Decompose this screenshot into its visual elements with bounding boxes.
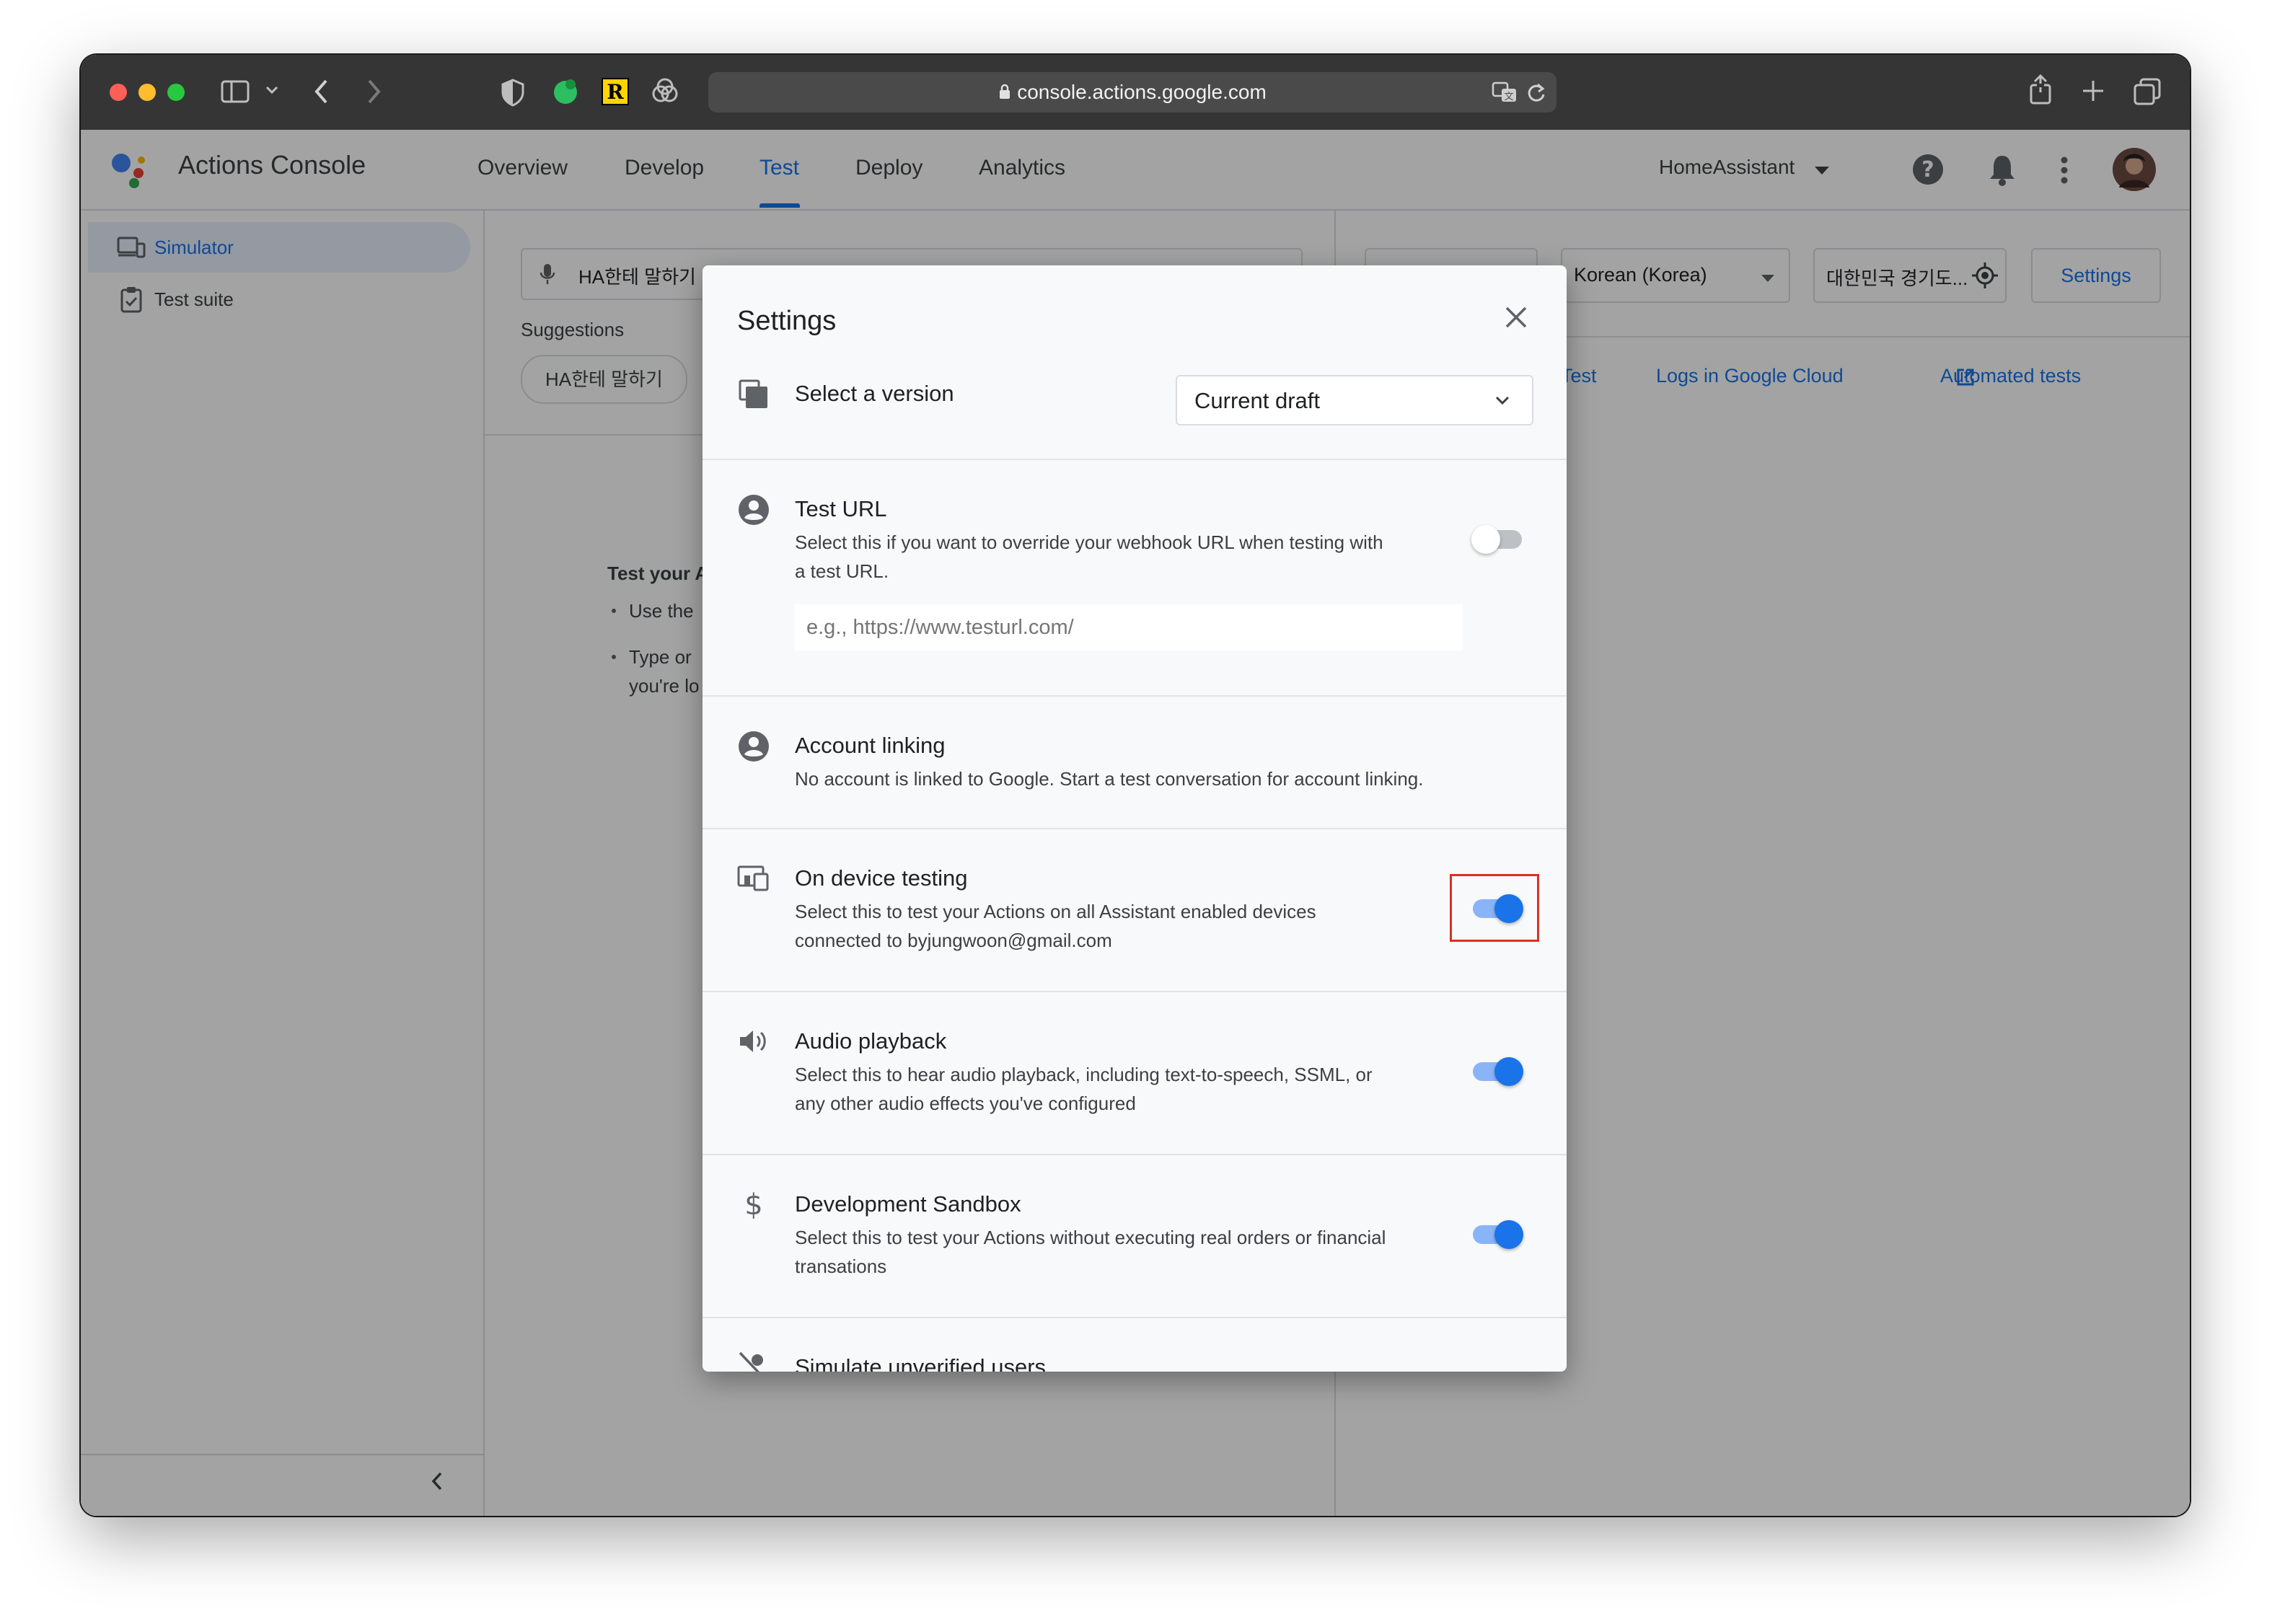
sandbox-desc-line1: Select this to test your Actions without…	[795, 1227, 1386, 1248]
on-device-title: On device testing	[795, 865, 968, 891]
sandbox-toggle[interactable]	[1473, 1220, 1523, 1249]
forward-icon[interactable]	[365, 78, 382, 109]
version-selected-value: Current draft	[1194, 388, 1321, 413]
unverified-users-section: Simulate unverified users	[703, 1317, 1567, 1372]
lock-icon	[998, 82, 1011, 105]
chevron-down-icon	[1494, 395, 1510, 409]
dialog-title: Settings	[737, 306, 837, 336]
version-label: Select a version	[795, 381, 954, 406]
audio-desc-line2: any other audio effects you've configure…	[795, 1093, 1136, 1114]
reload-icon[interactable]	[1526, 81, 1546, 108]
shield-icon[interactable]	[501, 78, 525, 110]
new-tab-icon[interactable]	[2082, 79, 2105, 106]
back-icon[interactable]	[313, 78, 330, 109]
address-bar[interactable]: console.actions.google.com 文	[708, 72, 1557, 112]
close-window-button[interactable]	[110, 84, 127, 101]
browser-toolbar: R console.actions.google.com 文	[81, 55, 2190, 131]
toggle-knob	[1471, 525, 1500, 554]
volume-icon	[737, 1027, 770, 1060]
toggle-knob	[1494, 894, 1523, 923]
translate-icon[interactable]: 文	[1492, 81, 1519, 109]
settings-dialog: Settings Select a version Current draft …	[703, 265, 1567, 1372]
account-circle-icon	[737, 730, 770, 763]
dollar-icon: $	[737, 1187, 770, 1222]
share-icon[interactable]	[2028, 74, 2053, 109]
audio-toggle[interactable]	[1473, 1057, 1523, 1086]
svg-text:文: 文	[1504, 92, 1513, 102]
test-url-input[interactable]	[795, 604, 1463, 650]
browser-window: R console.actions.google.com 文 Actions C…	[81, 55, 2190, 1516]
url-text: console.actions.google.com	[1017, 81, 1267, 103]
account-linking-desc: No account is linked to Google. Start a …	[795, 768, 1424, 790]
on-device-desc-line2: connected to byjungwoon@gmail.com	[795, 930, 1112, 951]
minimize-window-button[interactable]	[138, 84, 156, 101]
test-url-title: Test URL	[795, 496, 887, 521]
unverified-title: Simulate unverified users	[795, 1354, 1047, 1372]
development-sandbox-section: $ Development Sandbox Select this to tes…	[703, 1154, 1567, 1318]
on-device-testing-section: On device testing Select this to test yo…	[703, 828, 1567, 992]
close-icon[interactable]	[1496, 297, 1536, 337]
zoom-window-button[interactable]	[167, 84, 185, 101]
account-linking-section: Account linking No account is linked to …	[703, 695, 1567, 829]
toggle-knob	[1494, 1057, 1523, 1086]
svg-text:R: R	[607, 80, 624, 104]
versions-icon	[737, 378, 770, 411]
audio-desc-line1: Select this to hear audio playback, incl…	[795, 1064, 1373, 1085]
sandbox-desc-line2: transations	[795, 1255, 887, 1277]
on-device-desc-line1: Select this to test your Actions on all …	[795, 901, 1316, 922]
person-off-icon	[737, 1350, 770, 1372]
account-linking-title: Account linking	[795, 733, 946, 758]
devices-icon	[737, 864, 770, 897]
chevron-down-icon[interactable]	[265, 85, 278, 99]
evernote-extension-icon[interactable]	[551, 76, 580, 110]
audio-title: Audio playback	[795, 1028, 947, 1054]
audio-playback-section: Audio playback Select this to hear audio…	[703, 991, 1567, 1155]
sandbox-title: Development Sandbox	[795, 1191, 1021, 1217]
test-url-section: Test URL Select this if you want to over…	[703, 459, 1567, 697]
account-circle-icon	[737, 493, 770, 526]
extension-circles-icon[interactable]	[651, 78, 679, 109]
toggle-knob	[1494, 1220, 1523, 1249]
svg-text:$: $	[744, 1188, 762, 1220]
sidebar-toggle-icon[interactable]	[221, 79, 250, 107]
version-select[interactable]: Current draft	[1176, 375, 1533, 425]
on-device-toggle[interactable]	[1473, 894, 1523, 923]
test-url-toggle[interactable]	[1471, 525, 1523, 554]
test-url-desc-line2: a test URL.	[795, 560, 889, 582]
test-url-desc-line1: Select this if you want to override your…	[795, 531, 1383, 553]
tab-overview-icon[interactable]	[2134, 78, 2161, 109]
extension-r-icon[interactable]: R	[602, 78, 629, 109]
